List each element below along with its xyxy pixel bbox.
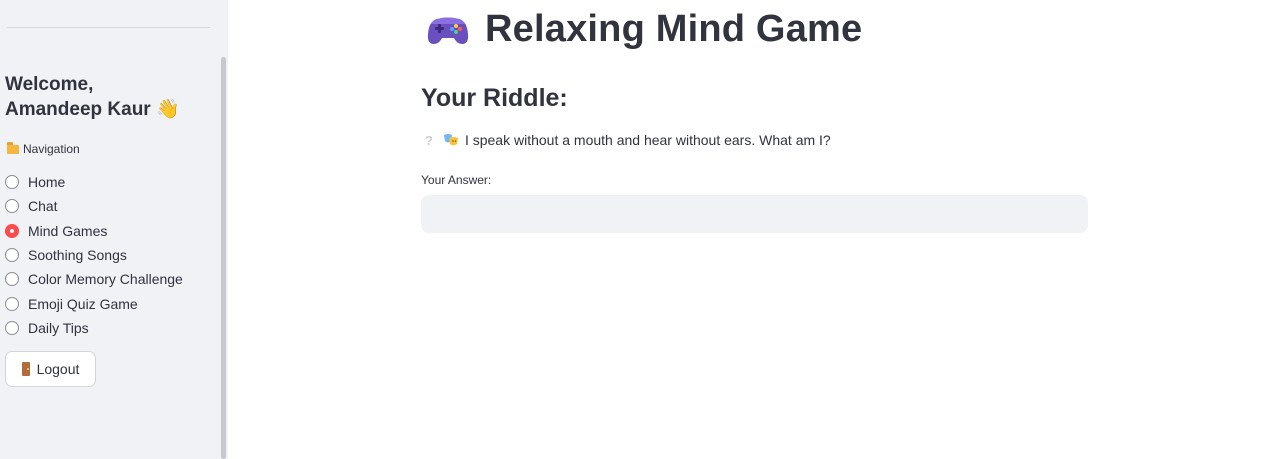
nav-item-label: Soothing Songs <box>28 247 127 264</box>
masks-icon <box>443 133 459 147</box>
answer-input[interactable] <box>421 195 1088 233</box>
riddle-heading: Your Riddle: <box>421 84 568 112</box>
welcome-line-1: Welcome, <box>5 74 94 95</box>
nav-item-mind-games[interactable]: Mind Games <box>5 219 183 243</box>
radio-button[interactable] <box>5 248 19 263</box>
navigation-radio-group: Home Chat Mind Games Soothing Songs Colo… <box>5 170 183 340</box>
logout-button[interactable]: Logout <box>5 351 96 387</box>
waving-hand-icon: 👋 <box>155 99 180 120</box>
nav-item-label: Color Memory Challenge <box>28 271 183 288</box>
door-icon <box>21 362 30 376</box>
navigation-label: Navigation <box>7 141 80 156</box>
page-title: Relaxing Mind Game <box>485 8 863 50</box>
main-content: Relaxing Mind Game Your Riddle: ? I spea… <box>228 0 1280 459</box>
sidebar-divider <box>7 27 210 28</box>
nav-item-home[interactable]: Home <box>5 170 183 194</box>
nav-item-emoji-quiz-game[interactable]: Emoji Quiz Game <box>5 291 183 315</box>
nav-item-daily-tips[interactable]: Daily Tips <box>5 316 183 340</box>
answer-label: Your Answer: <box>421 173 492 187</box>
nav-item-label: Mind Games <box>28 222 108 239</box>
nav-item-chat[interactable]: Chat <box>5 194 183 218</box>
nav-item-label: Emoji Quiz Game <box>28 295 138 312</box>
sidebar-scrollbar[interactable] <box>221 57 226 459</box>
nav-item-label: Home <box>28 174 66 191</box>
riddle-text: I speak without a mouth and hear without… <box>464 132 831 148</box>
logout-label: Logout <box>36 361 80 377</box>
radio-button[interactable] <box>5 296 19 311</box>
page-title-row: Relaxing Mind Game <box>427 8 862 51</box>
navigation-label-text: Navigation <box>23 142 80 156</box>
question-icon: ? <box>425 132 433 148</box>
gamepad-icon <box>427 14 469 46</box>
folder-icon <box>7 141 19 154</box>
welcome-line-2: Amandeep Kaur 👋 <box>5 97 215 122</box>
nav-item-label: Chat <box>28 198 58 215</box>
welcome-heading: Welcome, Amandeep Kaur 👋 <box>5 72 215 122</box>
nav-item-color-memory-challenge[interactable]: Color Memory Challenge <box>5 267 183 291</box>
nav-item-soothing-songs[interactable]: Soothing Songs <box>5 243 183 267</box>
radio-button[interactable] <box>5 320 19 335</box>
app-window: Welcome, Amandeep Kaur 👋 Navigation Home… <box>0 0 1280 459</box>
radio-button[interactable] <box>5 199 19 214</box>
radio-button[interactable] <box>5 175 19 190</box>
radio-button[interactable] <box>5 272 19 287</box>
sidebar: Welcome, Amandeep Kaur 👋 Navigation Home… <box>0 0 228 459</box>
radio-button-selected[interactable] <box>5 223 19 238</box>
nav-item-label: Daily Tips <box>28 319 89 336</box>
user-name: Amandeep Kaur <box>5 99 151 120</box>
riddle-text-row: ? I speak without a mouth and hear witho… <box>421 132 831 148</box>
